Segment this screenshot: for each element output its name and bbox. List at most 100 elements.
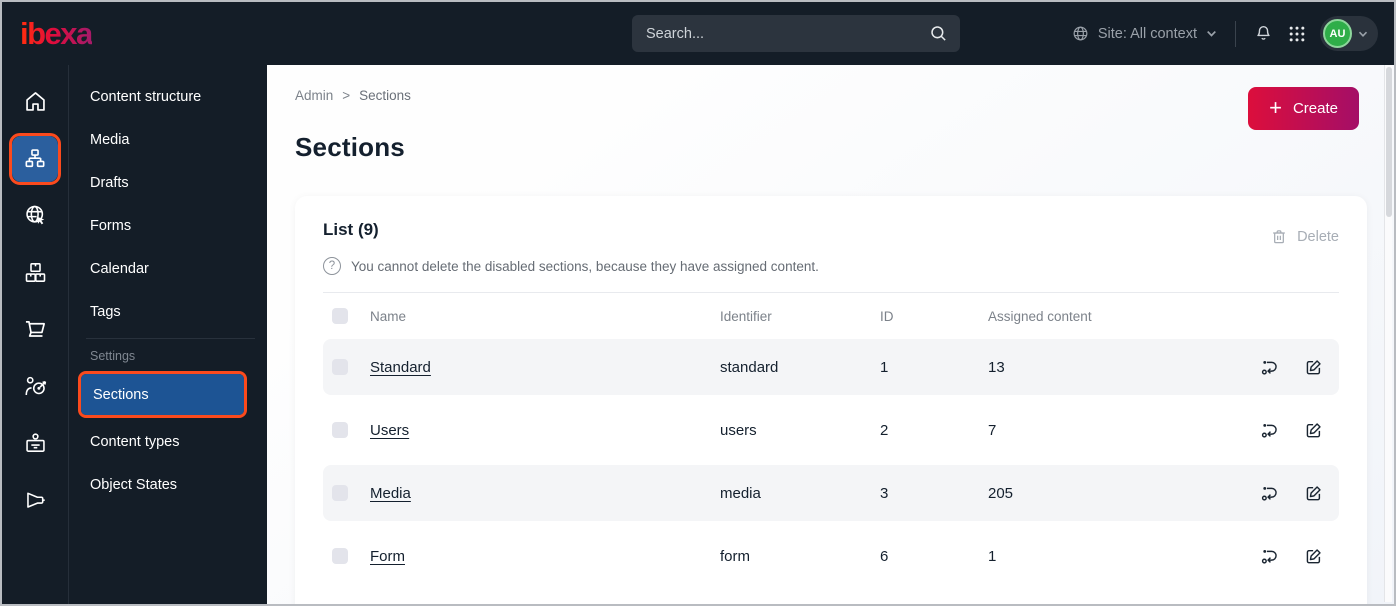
id-badge-icon: [22, 430, 49, 457]
assign-content-icon[interactable]: [1260, 484, 1279, 503]
row-checkbox[interactable]: [332, 422, 348, 438]
annotation-highlight: Sections: [78, 371, 247, 418]
content-structure-active-tile: [12, 135, 58, 182]
app-window: ibexa Site: All context: [0, 0, 1396, 606]
main-content: Admin > Sections + Create Sections List …: [267, 65, 1394, 604]
rail-item-products[interactable]: [2, 244, 69, 301]
menu-divider: [86, 338, 255, 339]
delete-button[interactable]: Delete: [1270, 228, 1339, 246]
site-context-label: Site: All context: [1097, 25, 1197, 42]
create-button[interactable]: + Create: [1248, 87, 1359, 130]
sidebar-item-sections[interactable]: Sections: [81, 374, 244, 415]
globe-icon: [1071, 24, 1090, 43]
section-identifier: form: [720, 547, 750, 565]
product-boxes-icon: [22, 259, 49, 286]
sidebar-item-content-structure[interactable]: Content structure: [69, 75, 267, 118]
table-row: Media media 3 205: [323, 465, 1339, 521]
rail-item-content-structure[interactable]: [2, 130, 69, 187]
topbar-right: Site: All context AU: [1071, 16, 1378, 51]
sidebar-item-forms[interactable]: Forms: [69, 204, 267, 247]
table-row: Form form 6 1: [323, 528, 1339, 584]
assign-content-icon[interactable]: [1260, 547, 1279, 566]
section-assigned-count: 13: [988, 358, 1005, 376]
page-title: Sections: [295, 132, 405, 162]
section-name-link[interactable]: Media: [370, 485, 411, 502]
ibexa-logo[interactable]: ibexa: [20, 16, 93, 52]
search-input[interactable]: [646, 25, 929, 42]
list-heading: List (9): [323, 220, 379, 239]
notifications-bell-icon[interactable]: [1253, 23, 1274, 44]
sidebar-item-tags[interactable]: Tags: [69, 290, 267, 333]
rail-item-personalization[interactable]: [2, 358, 69, 415]
column-header-name: Name: [370, 308, 407, 324]
vertical-scrollbar[interactable]: [1384, 65, 1392, 602]
section-assigned-count: 1: [988, 547, 997, 565]
section-identifier: media: [720, 484, 761, 502]
site-context-selector[interactable]: Site: All context: [1071, 24, 1218, 43]
chevron-down-icon: [1207, 30, 1216, 37]
sidebar-item-content-types[interactable]: Content types: [69, 420, 267, 463]
sections-list-card: List (9) Delete ? You cannot delete the …: [295, 196, 1367, 604]
sidebar-item-calendar[interactable]: Calendar: [69, 247, 267, 290]
row-checkbox[interactable]: [332, 359, 348, 375]
megaphone-icon: [22, 487, 49, 514]
top-bar: ibexa Site: All context: [2, 2, 1394, 65]
select-all-checkbox[interactable]: [332, 308, 348, 324]
breadcrumb-admin[interactable]: Admin: [295, 88, 333, 103]
content-tree-icon: [22, 146, 48, 172]
rail-item-home[interactable]: [2, 73, 69, 130]
section-name-link[interactable]: Users: [370, 422, 409, 439]
sidebar-item-media[interactable]: Media: [69, 118, 267, 161]
edit-icon[interactable]: [1304, 358, 1323, 377]
breadcrumb: Admin > Sections: [295, 88, 1367, 103]
rail-item-customer-portal[interactable]: [2, 415, 69, 472]
assign-content-icon[interactable]: [1260, 421, 1279, 440]
assign-content-icon[interactable]: [1260, 358, 1279, 377]
section-name-link[interactable]: Form: [370, 548, 405, 565]
section-assigned-count: 7: [988, 421, 997, 439]
settings-group-label: Settings: [90, 349, 136, 363]
row-checkbox[interactable]: [332, 485, 348, 501]
edit-icon[interactable]: [1304, 547, 1323, 566]
rail-item-site[interactable]: [2, 187, 69, 244]
edit-icon[interactable]: [1304, 484, 1323, 503]
section-id: 2: [880, 421, 889, 439]
avatar: AU: [1323, 19, 1352, 48]
breadcrumb-separator: >: [342, 88, 351, 103]
section-id: 3: [880, 484, 889, 502]
question-circle-icon: ?: [323, 257, 341, 275]
table-row: Standard standard 1 13: [323, 339, 1339, 395]
table-row: Users users 2 7: [323, 402, 1339, 458]
sidebar-item-drafts[interactable]: Drafts: [69, 161, 267, 204]
column-header-id: ID: [880, 308, 894, 324]
global-search[interactable]: [632, 15, 960, 52]
scrollbar-thumb[interactable]: [1385, 67, 1392, 217]
plus-icon: +: [1269, 94, 1282, 120]
table-header: Name Identifier ID Assigned content: [323, 293, 1339, 339]
shopping-cart-icon: [22, 316, 49, 343]
breadcrumb-sections: Sections: [359, 88, 411, 103]
edit-icon[interactable]: [1304, 421, 1323, 440]
personalization-target-icon: [22, 373, 49, 400]
rail-item-commerce[interactable]: [2, 301, 69, 358]
row-checkbox[interactable]: [332, 548, 348, 564]
home-icon: [22, 88, 49, 115]
secondary-sidebar: Content structure Media Drafts Forms Cal…: [69, 65, 267, 604]
rail-item-marketing[interactable]: [2, 472, 69, 529]
user-menu[interactable]: AU: [1320, 16, 1378, 51]
site-globe-cursor-icon: [22, 202, 49, 229]
section-identifier: users: [720, 421, 757, 439]
section-identifier: standard: [720, 358, 779, 376]
section-name-link[interactable]: Standard: [370, 359, 431, 376]
section-id: 1: [880, 358, 889, 376]
section-id: 6: [880, 547, 889, 565]
column-header-identifier: Identifier: [720, 308, 772, 324]
trash-icon: [1270, 228, 1288, 246]
app-switcher-grid-icon[interactable]: [1287, 24, 1307, 44]
sidebar-item-object-states[interactable]: Object States: [69, 463, 267, 506]
list-info: ? You cannot delete the disabled section…: [323, 257, 1339, 275]
search-icon[interactable]: [929, 24, 948, 43]
icon-rail: [2, 65, 69, 604]
section-assigned-count: 205: [988, 484, 1014, 502]
column-header-assigned: Assigned content: [988, 308, 1092, 324]
